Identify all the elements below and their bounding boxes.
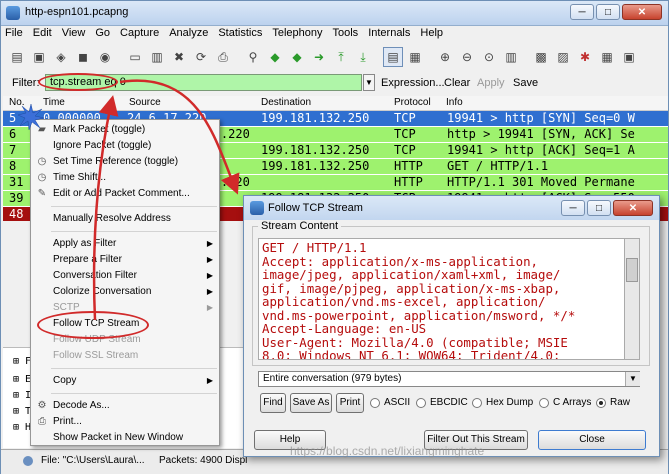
arrow-to-dialog bbox=[119, 79, 240, 195]
arrow-to-filter bbox=[92, 95, 119, 321]
click-burst-icon bbox=[18, 104, 44, 130]
annotation-arrows bbox=[92, 79, 240, 321]
watermark-text: https://blog.csdn.net/lixiangminghate bbox=[290, 444, 485, 458]
